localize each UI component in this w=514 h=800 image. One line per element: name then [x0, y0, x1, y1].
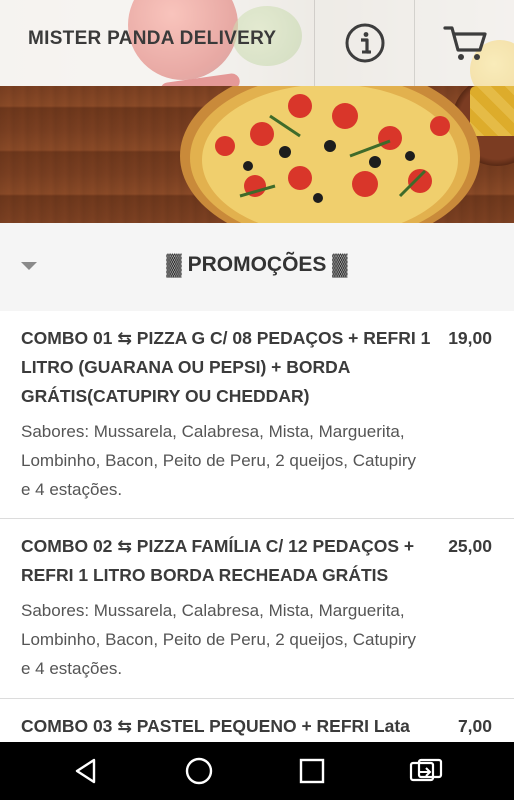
item-description: Sabores: Mussarela, Calabresa, Mista, Ma…: [21, 601, 417, 678]
rotate-screen-button[interactable]: [386, 742, 466, 800]
item-price: 25,00: [448, 536, 492, 556]
home-icon: [185, 757, 213, 785]
rotate-screen-icon: [409, 758, 443, 782]
item-price: 19,00: [448, 328, 492, 348]
info-icon: [345, 23, 385, 63]
back-button[interactable]: [46, 742, 126, 800]
menu-item[interactable]: COMBO 01 ⇆ PIZZA G C/ 08 PEDAÇOS + REFRI…: [0, 311, 514, 519]
back-icon: [75, 758, 96, 784]
item-name: COMBO 01 ⇆ PIZZA G C/ 08 PEDAÇOS + REFRI…: [21, 328, 431, 406]
menu-item[interactable]: COMBO 02 ⇆ PIZZA FAMÍLIA C/ 12 PEDAÇOS +…: [0, 519, 514, 699]
pizza-banner-image: [0, 86, 514, 223]
info-button[interactable]: [314, 0, 415, 86]
recents-icon: [299, 758, 325, 784]
category-title: ▓ PROMOÇÕES ▓: [166, 253, 348, 276]
app-header: MISTER PANDA DELIVERY: [0, 0, 514, 86]
item-description: Sabores: Mussarela, Calabresa, Mista, Ma…: [21, 422, 417, 499]
app-title: MISTER PANDA DELIVERY: [28, 28, 277, 49]
item-price: 7,00: [457, 716, 492, 736]
system-navigation-bar: [0, 742, 514, 800]
cart-icon: [443, 26, 487, 60]
item-name: COMBO 03 ⇆ PASTEL PEQUENO + REFRI Lata: [21, 716, 410, 736]
recents-button[interactable]: [272, 742, 352, 800]
item-name: COMBO 02 ⇆ PIZZA FAMÍLIA C/ 12 PEDAÇOS +…: [21, 536, 415, 585]
cart-button[interactable]: [414, 0, 514, 86]
home-button[interactable]: [159, 742, 239, 800]
